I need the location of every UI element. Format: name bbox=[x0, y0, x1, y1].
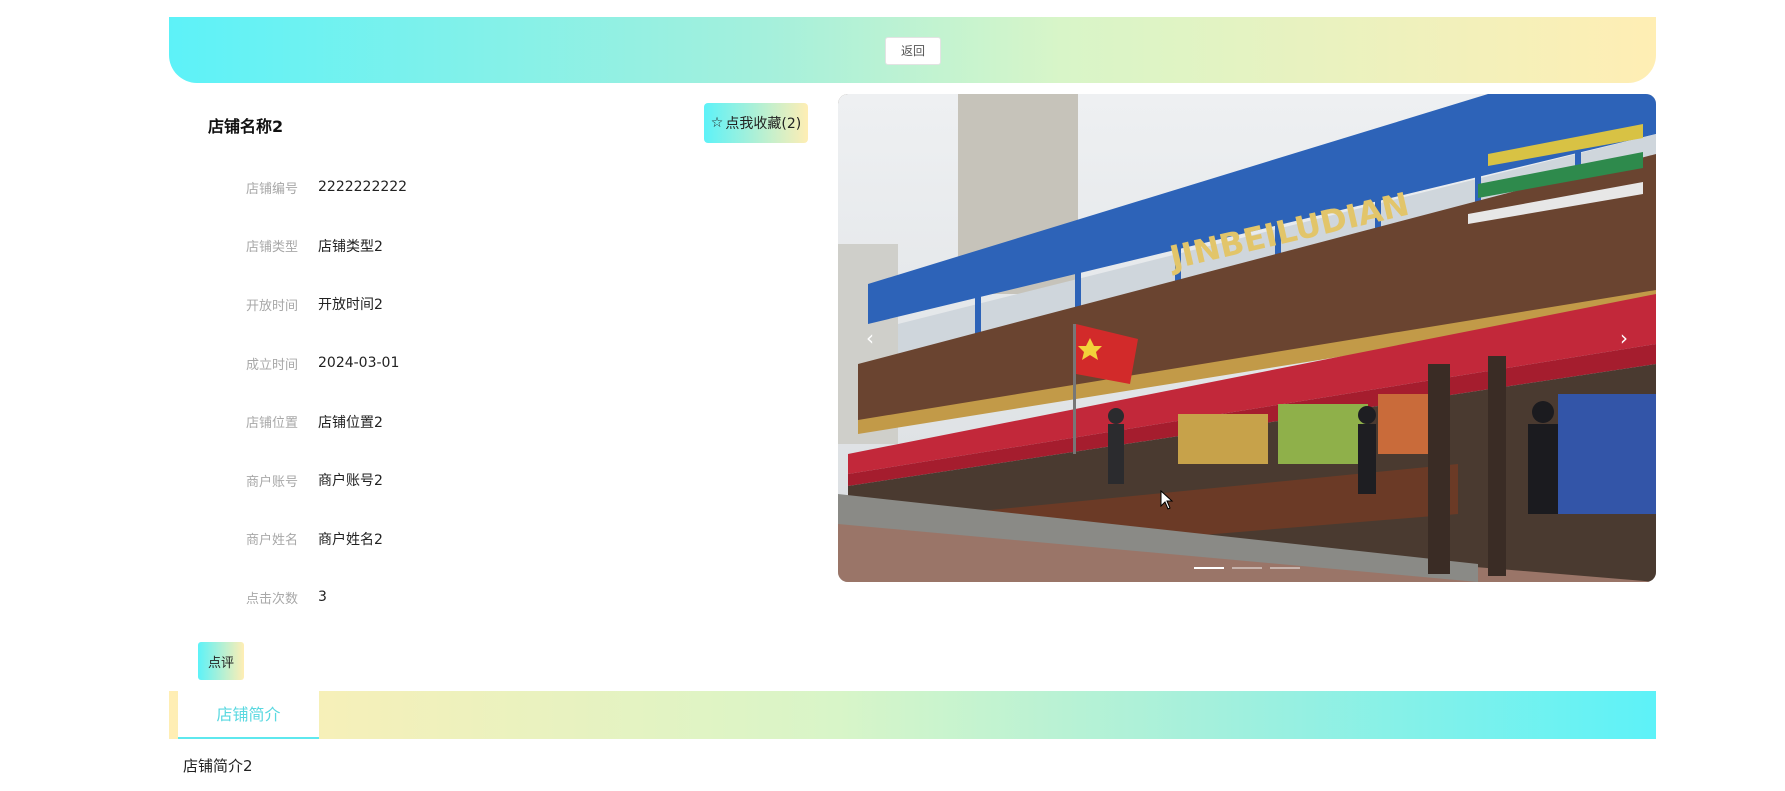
favorite-button[interactable]: ☆ 点我收藏(2) bbox=[704, 103, 808, 143]
shop-detail-page: 返回 店铺名称2 ☆ 点我收藏(2) 店铺编号 2222222222 店铺类型 … bbox=[0, 0, 1785, 791]
mouse-cursor-icon bbox=[1160, 490, 1174, 510]
storefront-photo: JINBEILUDIAN bbox=[838, 94, 1656, 582]
shop-intro-text: 店铺简介2 bbox=[183, 757, 253, 775]
info-label: 店铺编号 bbox=[245, 181, 298, 197]
info-row-merchant-name: 商户姓名 商户姓名2 bbox=[200, 510, 800, 569]
info-value: 2024-03-01 bbox=[318, 355, 400, 372]
carousel-indicator-3[interactable] bbox=[1270, 567, 1300, 569]
chevron-left-icon[interactable]: ‹ bbox=[858, 320, 882, 356]
back-button[interactable]: 返回 bbox=[885, 37, 941, 65]
info-value: 商户姓名2 bbox=[318, 531, 383, 548]
star-outline-icon: ☆ bbox=[710, 115, 724, 131]
shop-info-list: 店铺编号 2222222222 店铺类型 店铺类型2 开放时间 开放时间2 成立… bbox=[200, 158, 800, 627]
info-label: 点击次数 bbox=[245, 591, 298, 607]
chevron-right-icon[interactable]: › bbox=[1612, 320, 1636, 356]
info-label: 成立时间 bbox=[245, 357, 298, 373]
info-value: 开放时间2 bbox=[318, 297, 383, 314]
info-label: 开放时间 bbox=[245, 298, 298, 314]
info-row-founded-date: 成立时间 2024-03-01 bbox=[200, 334, 800, 393]
favorite-button-label: 点我收藏(2) bbox=[725, 116, 802, 132]
info-row-open-time: 开放时间 开放时间2 bbox=[200, 275, 800, 334]
info-label: 店铺类型 bbox=[245, 240, 298, 256]
info-row-location: 店铺位置 店铺位置2 bbox=[200, 392, 800, 451]
carousel-indicator-1[interactable] bbox=[1194, 567, 1224, 569]
carousel-indicators bbox=[1194, 567, 1300, 569]
info-row-click-count: 点击次数 3 bbox=[200, 568, 800, 627]
tab-shop-intro[interactable]: 店铺简介 bbox=[178, 691, 319, 739]
info-label: 商户姓名 bbox=[245, 533, 298, 549]
carousel-indicator-2[interactable] bbox=[1232, 567, 1262, 569]
shop-title: 店铺名称2 bbox=[208, 117, 284, 136]
top-banner: 返回 bbox=[169, 17, 1656, 83]
info-value: 店铺类型2 bbox=[318, 238, 383, 255]
info-value: 商户账号2 bbox=[318, 473, 383, 490]
review-button[interactable]: 点评 bbox=[198, 642, 244, 680]
info-row-merchant-account: 商户账号 商户账号2 bbox=[200, 451, 800, 510]
info-row-shop-number: 店铺编号 2222222222 bbox=[200, 158, 800, 217]
info-row-shop-type: 店铺类型 店铺类型2 bbox=[200, 217, 800, 276]
info-value: 店铺位置2 bbox=[318, 414, 383, 431]
shop-image-carousel[interactable]: JINBEILUDIAN ‹ › bbox=[838, 94, 1656, 582]
info-label: 店铺位置 bbox=[245, 416, 298, 432]
info-value: 3 bbox=[318, 589, 327, 606]
info-label: 商户账号 bbox=[245, 474, 298, 490]
detail-tab-bar: 店铺简介 bbox=[169, 691, 1656, 739]
info-value: 2222222222 bbox=[318, 179, 408, 196]
